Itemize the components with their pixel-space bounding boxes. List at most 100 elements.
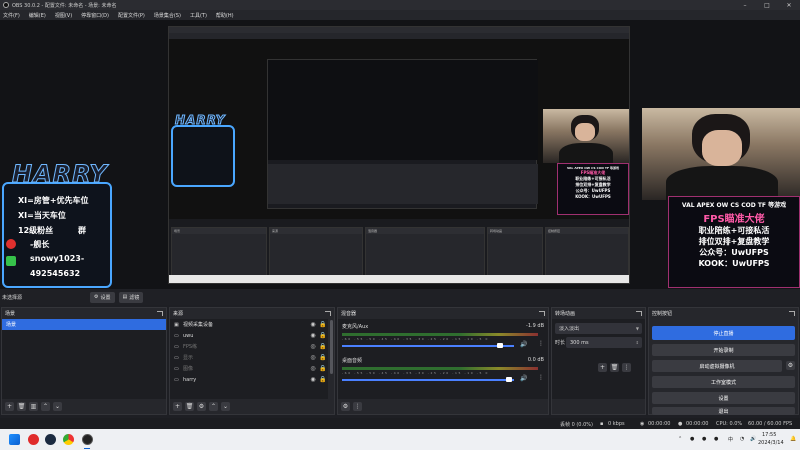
- remove-scene-button[interactable]: 🗑: [17, 402, 26, 411]
- steam-icon[interactable]: [45, 434, 56, 445]
- menu-tools[interactable]: 工具(T): [190, 12, 207, 19]
- start-recording-button[interactable]: 开始录制: [652, 344, 795, 356]
- inner-dock-transitions: 转场动画: [487, 227, 543, 281]
- menu-view[interactable]: 视图(V): [55, 12, 72, 19]
- source-row[interactable]: ▭ FPS练 ◎ 🔒: [170, 341, 328, 352]
- source-settings-button[interactable]: ⚙: [197, 402, 206, 411]
- exit-button[interactable]: 退出: [652, 407, 795, 415]
- popout-icon[interactable]: [789, 310, 795, 316]
- lock-icon[interactable]: 🔒: [318, 365, 328, 372]
- transition-menu-icon[interactable]: ⋮: [622, 363, 631, 372]
- add-scene-button[interactable]: +: [5, 402, 14, 411]
- popout-icon[interactable]: [636, 310, 642, 316]
- close-icon[interactable]: ✕: [778, 0, 800, 10]
- source-row[interactable]: ▭ 显示 ◎ 🔒: [170, 352, 328, 363]
- eye-icon[interactable]: ◉: [308, 376, 318, 383]
- volume-slider-handle[interactable]: [505, 377, 512, 382]
- wifi-icon[interactable]: ◔: [740, 436, 744, 442]
- gear-icon: ⚙: [94, 294, 99, 300]
- settings-button[interactable]: 设置: [652, 392, 795, 404]
- menu-file[interactable]: 文件(F): [3, 12, 20, 19]
- scenes-list[interactable]: 场景: [2, 319, 166, 399]
- windows-start-icon[interactable]: [9, 434, 20, 445]
- source-row[interactable]: ▭ harry ◉ 🔒: [170, 374, 328, 385]
- scene-filters-button[interactable]: ▥: [29, 402, 38, 411]
- scene-item[interactable]: 场景: [2, 319, 166, 330]
- popout-icon[interactable]: [325, 310, 331, 316]
- lock-icon[interactable]: 🔒: [318, 354, 328, 361]
- menu-help[interactable]: 帮助(H): [216, 12, 234, 19]
- transitions-body: 淡入淡出 ▼ 时长 300 ms ⇕ + 🗑 ⋮: [552, 319, 645, 399]
- add-transition-button[interactable]: +: [598, 363, 607, 372]
- eye-icon[interactable]: ◉: [308, 332, 318, 339]
- eye-hidden-icon[interactable]: ◎: [308, 354, 318, 361]
- move-down-button[interactable]: ⌄: [221, 402, 230, 411]
- move-up-button[interactable]: ⌃: [41, 402, 50, 411]
- start-virtual-camera-button[interactable]: 启动虚拟摄像机: [652, 360, 782, 372]
- transition-type-select[interactable]: 淡入淡出 ▼: [555, 323, 642, 334]
- chrome-icon[interactable]: [63, 434, 74, 445]
- menu-docks[interactable]: 停靠窗口(D): [81, 12, 109, 19]
- maximize-icon[interactable]: □: [756, 0, 778, 10]
- stop-streaming-button[interactable]: 停止直播: [652, 326, 795, 340]
- eye-hidden-icon[interactable]: ◎: [308, 343, 318, 350]
- lock-icon[interactable]: 🔒: [318, 343, 328, 350]
- tray-app-icon[interactable]: ●: [690, 436, 694, 442]
- lock-icon[interactable]: 🔒: [318, 376, 328, 383]
- overlay-line: 群: [78, 226, 86, 235]
- tray-app-icon[interactable]: ●: [714, 436, 718, 442]
- popout-icon[interactable]: [157, 310, 163, 316]
- minimize-icon[interactable]: –: [734, 0, 756, 10]
- status-bar: 丢帧 0 (0.0%) ▪ 0 kbps ◉ 00:00:00 ● 00:00:…: [0, 418, 800, 429]
- add-source-button[interactable]: +: [173, 402, 182, 411]
- source-row[interactable]: ▭ 图像 ◎ 🔒: [170, 363, 328, 374]
- virtual-camera-settings-icon[interactable]: ⚙: [786, 361, 795, 370]
- popout-icon[interactable]: [539, 310, 545, 316]
- filters-button[interactable]: ▤ 滤镜: [118, 291, 144, 303]
- properties-button[interactable]: ⚙ 设置: [90, 291, 115, 303]
- move-down-button[interactable]: ⌄: [53, 402, 62, 411]
- netease-music-icon[interactable]: [28, 434, 39, 445]
- overlay-line: -舰长: [30, 240, 50, 249]
- move-up-button[interactable]: ⌃: [209, 402, 218, 411]
- audio-mixer-dock: 混音器 麦克风/Aux -1.9 dB -60 -55 -50 -45 -40 -…: [337, 307, 549, 415]
- volume-icon[interactable]: 🔊: [750, 436, 756, 442]
- sources-list[interactable]: ▣ 视频采集设备 ◉ 🔒 ▭ uwu ◉ 🔒 ▭ FPS练 ◎ 🔒 ▭ 显示 ◎ 🔒 ▭ 图像 ◎ 🔒 ▭ ha…: [170, 319, 328, 399]
- eye-hidden-icon[interactable]: ◎: [308, 365, 318, 372]
- channel-menu-icon[interactable]: ⋮: [538, 340, 544, 347]
- notification-icon[interactable]: 🔔: [790, 436, 796, 442]
- lock-icon[interactable]: 🔒: [318, 321, 328, 328]
- mixer-menu-icon[interactable]: ⋮: [353, 402, 362, 411]
- overlay-logo-large: HARRY: [12, 160, 108, 189]
- ime-icon[interactable]: 中: [728, 436, 733, 443]
- clock-date[interactable]: 2024/3/14: [758, 440, 784, 446]
- volume-slider-track[interactable]: [342, 345, 514, 347]
- volume-slider-track[interactable]: [342, 379, 514, 381]
- clock-time[interactable]: 17:55: [762, 432, 776, 438]
- spinner-icon[interactable]: ⇕: [636, 340, 639, 345]
- obs-taskbar-icon[interactable]: [82, 434, 93, 445]
- tray-arrow-icon[interactable]: ⌃: [678, 436, 682, 442]
- advanced-audio-icon[interactable]: ⚙: [341, 402, 350, 411]
- source-row[interactable]: ▣ 视频采集设备 ◉ 🔒: [170, 319, 328, 330]
- level-meter: [342, 367, 538, 370]
- remove-transition-button[interactable]: 🗑: [610, 363, 619, 372]
- speaker-icon[interactable]: 🔊: [520, 341, 527, 348]
- menu-scene-collection[interactable]: 场景集合(S): [154, 12, 181, 19]
- source-row[interactable]: ▭ uwu ◉ 🔒: [170, 330, 328, 341]
- channel-menu-icon[interactable]: ⋮: [538, 374, 544, 381]
- overlay-line: XI=当天车位: [18, 211, 66, 220]
- menu-edit[interactable]: 编辑(E): [29, 12, 46, 19]
- menu-profile[interactable]: 配置文件(P): [118, 12, 145, 19]
- studio-mode-button[interactable]: 工作室模式: [652, 376, 795, 388]
- meter-ticks: -60 -55 -50 -45 -40 -35 -30 -25 -20 -15 …: [342, 371, 490, 375]
- tray-app-icon[interactable]: ●: [702, 436, 706, 442]
- lock-icon[interactable]: 🔒: [318, 332, 328, 339]
- volume-slider-handle[interactable]: [497, 343, 504, 348]
- remove-source-button[interactable]: 🗑: [185, 402, 194, 411]
- duration-input[interactable]: 300 ms ⇕: [566, 337, 642, 348]
- eye-icon[interactable]: ◉: [308, 321, 318, 328]
- speaker-icon[interactable]: 🔊: [520, 375, 527, 382]
- sources-scrollbar[interactable]: [330, 320, 333, 374]
- preview-canvas[interactable]: HARRY XI=房管+优先车位 XI=当天车位 12级粉丝 群 -舰长 sno…: [0, 20, 800, 289]
